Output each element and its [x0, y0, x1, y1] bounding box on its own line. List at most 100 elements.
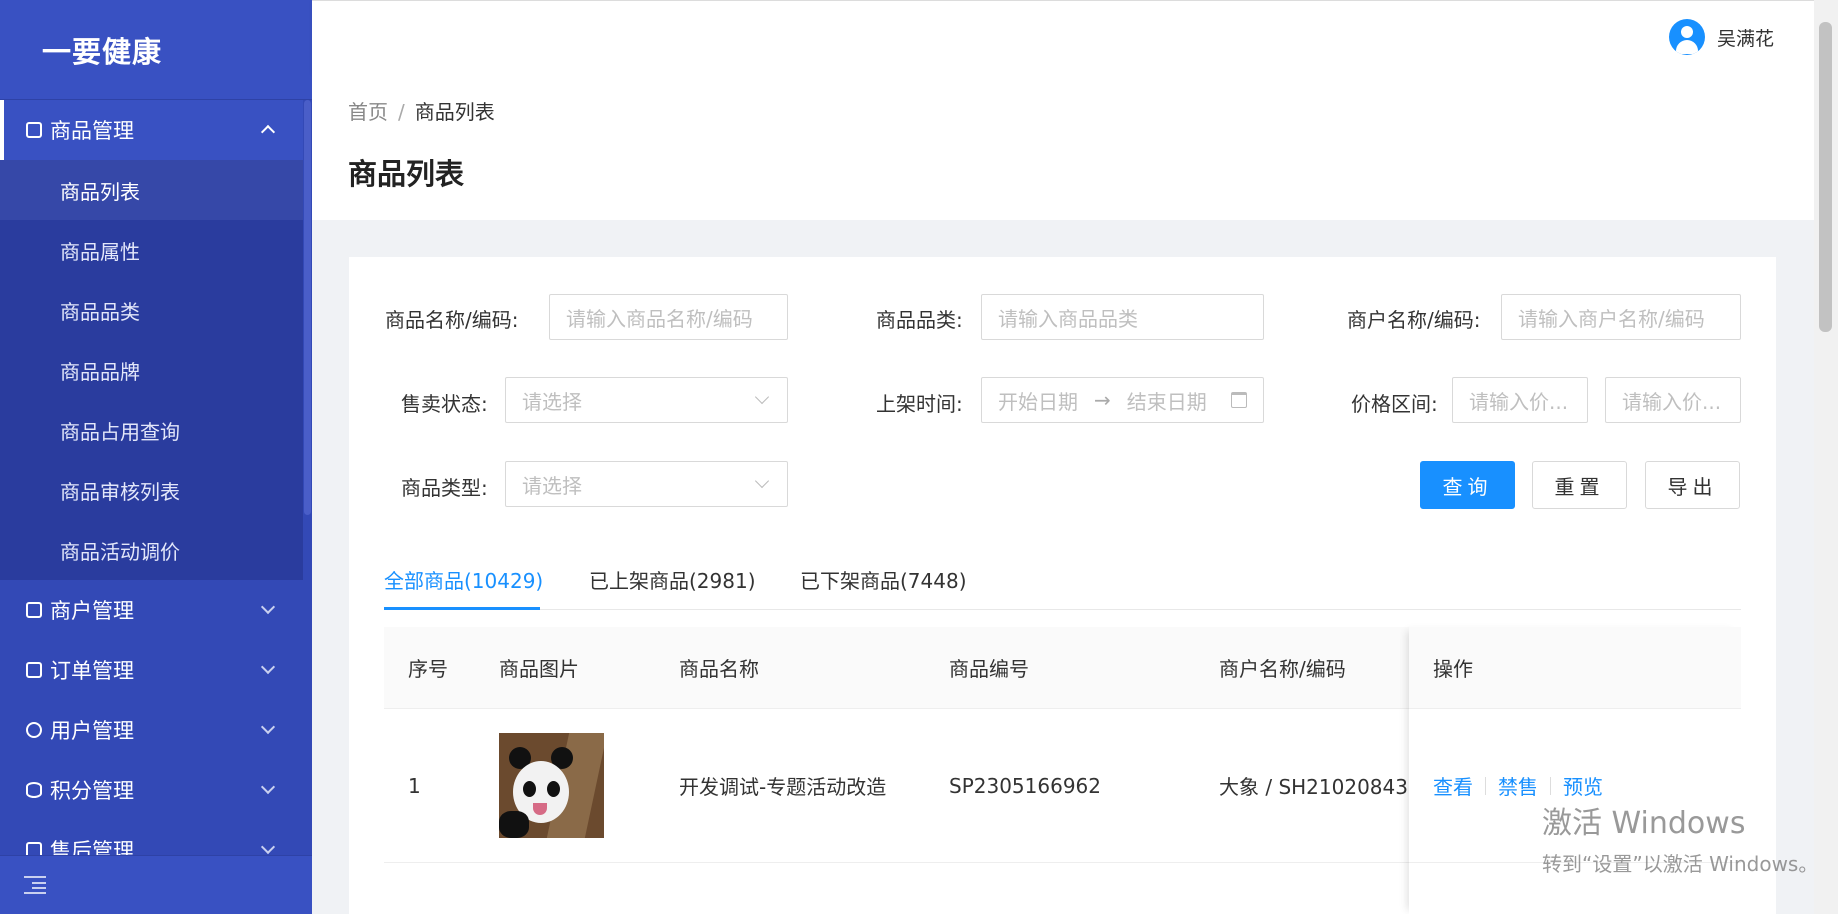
collapse-menu-icon[interactable] [24, 876, 46, 894]
reset-button[interactable]: 重置 [1532, 461, 1627, 509]
category-input[interactable]: 请输入商品品类 [981, 294, 1264, 340]
sidebar-item-product-occupancy[interactable]: 商品占用查询 [0, 400, 303, 460]
chevron-down-icon [260, 779, 276, 795]
product-thumbnail[interactable] [499, 733, 604, 838]
service-icon [26, 842, 42, 855]
menu-group-user[interactable]: 用户管理 [0, 700, 303, 760]
order-icon [26, 662, 42, 678]
windows-activation-watermark: 激活 Windows 转到“设置”以激活 Windows。 [1542, 798, 1818, 877]
chevron-down-icon [260, 719, 276, 735]
placeholder-text: 请输入商品品类 [998, 306, 1138, 331]
col-image: 商品图片 [499, 657, 579, 681]
bag-icon [26, 122, 42, 138]
menu-group-points[interactable]: 积分管理 [0, 760, 303, 820]
product-type-label: 商品类型: [401, 476, 488, 500]
sale-status-label: 售卖状态: [401, 392, 488, 416]
placeholder-text: 请选择 [522, 389, 582, 414]
breadcrumb: 首页 / 商品列表 [348, 96, 1814, 125]
placeholder-text: 请输入价... [1469, 389, 1569, 414]
ban-sale-link[interactable]: 禁售 [1498, 771, 1538, 800]
sidebar-item-product-attributes[interactable]: 商品属性 [0, 220, 303, 280]
sidebar-item-product-categories[interactable]: 商品品类 [0, 280, 303, 340]
calendar-icon [1231, 392, 1247, 408]
row-code: SP2305166962 [949, 773, 1102, 798]
chevron-down-icon [260, 599, 276, 615]
product-type-select[interactable]: 请选择 [505, 461, 788, 507]
start-date-placeholder: 开始日期 [998, 389, 1078, 414]
sidebar: 一要健康 商品管理 商品列表 商品属性 商品品类 商品品牌 商品占用查询 商品审… [0, 0, 312, 914]
username: 吴满花 [1716, 27, 1774, 50]
placeholder-text: 请输入商户名称/编码 [1518, 306, 1705, 331]
chevron-down-icon [260, 839, 276, 855]
export-button[interactable]: 导出 [1645, 461, 1740, 509]
category-label: 商品品类: [876, 308, 963, 332]
listing-date-range[interactable]: 开始日期 → 结束日期 [981, 377, 1264, 423]
menu-group-aftersale[interactable]: 售后管理 [0, 820, 303, 855]
merchant-label: 商户名称/编码: [1347, 308, 1481, 332]
price-max-input[interactable]: 请输入价... [1605, 377, 1741, 423]
query-button[interactable]: 查询 [1420, 461, 1515, 509]
col-actions: 操作 [1409, 627, 1741, 709]
menu-group-order[interactable]: 订单管理 [0, 640, 303, 700]
product-name-label: 商品名称/编码: [385, 308, 519, 332]
breadcrumb-separator: / [398, 100, 405, 124]
sidebar-scrollbar[interactable] [303, 100, 312, 855]
row-name: 开发调试-专题活动改造 [679, 775, 887, 799]
chevron-down-icon [754, 389, 770, 405]
menu-group-label: 商品管理 [50, 119, 134, 143]
page-scrollbar[interactable] [1814, 0, 1838, 914]
user-menu[interactable]: 吴满花 [1668, 19, 1774, 55]
breadcrumb-home[interactable]: 首页 [348, 100, 388, 124]
price-range-label: 价格区间: [1351, 392, 1438, 416]
sidebar-item-product-brands[interactable]: 商品品牌 [0, 340, 303, 400]
preview-link[interactable]: 预览 [1563, 771, 1603, 800]
sidebar-item-product-review[interactable]: 商品审核列表 [0, 460, 303, 520]
view-link[interactable]: 查看 [1433, 771, 1473, 800]
active-tab-indicator [384, 607, 540, 610]
listing-time-label: 上架时间: [876, 392, 963, 416]
database-icon [26, 782, 42, 798]
divider [1485, 776, 1486, 795]
menu-group-merchant[interactable]: 商户管理 [0, 580, 303, 640]
menu-group-label: 订单管理 [50, 659, 134, 683]
placeholder-text: 请输入价... [1622, 389, 1722, 414]
row-image-cell [499, 709, 604, 862]
placeholder-text: 请选择 [522, 473, 582, 498]
tab-all-products[interactable]: 全部商品(10429) [384, 565, 543, 594]
sidebar-item-product-list[interactable]: 商品列表 [0, 160, 303, 220]
price-min-input[interactable]: 请输入价... [1452, 377, 1588, 423]
breadcrumb-current: 商品列表 [414, 100, 495, 124]
scrollbar-thumb[interactable] [1819, 22, 1832, 332]
top-header: 吴满花 [312, 0, 1814, 74]
page-title: 商品列表 [348, 157, 465, 191]
placeholder-text: 请输入商品名称/编码 [566, 306, 753, 331]
sale-status-select[interactable]: 请选择 [505, 377, 788, 423]
col-index: 序号 [408, 657, 448, 681]
page-header: 首页 / 商品列表 商品列表 [312, 74, 1814, 220]
menu-group-label: 商户管理 [50, 599, 134, 623]
divider [1550, 776, 1551, 795]
chevron-up-icon [260, 124, 276, 140]
row-index: 1 [408, 773, 421, 798]
watermark-subtitle: 转到“设置”以激活 Windows。 [1542, 852, 1819, 876]
sidebar-footer [0, 855, 312, 914]
product-name-input[interactable]: 请输入商品名称/编码 [549, 294, 788, 340]
shop-icon [26, 602, 42, 618]
product-table: 序号 商品图片 商品名称 商品编号 商户名称/编码 1 开发调试-专题活动改造 … [384, 627, 1741, 914]
tab-delisted-products[interactable]: 已下架商品(7448) [800, 565, 967, 594]
menu-group-label: 积分管理 [50, 779, 134, 803]
end-date-placeholder: 结束日期 [1126, 389, 1207, 414]
scrollbar-thumb[interactable] [304, 100, 311, 515]
submenu-product: 商品列表 商品属性 商品品类 商品品牌 商品占用查询 商品审核列表 商品活动调价 [0, 160, 303, 580]
sidebar-item-product-price-adjust[interactable]: 商品活动调价 [0, 520, 303, 580]
col-name: 商品名称 [679, 657, 759, 681]
tab-listed-products[interactable]: 已上架商品(2981) [589, 565, 756, 594]
range-arrow: → [1094, 388, 1111, 412]
chevron-down-icon [260, 659, 276, 675]
app-logo: 一要健康 [0, 0, 312, 100]
row-merchant: 大象 / SH210208436 [1219, 775, 1409, 799]
merchant-input[interactable]: 请输入商户名称/编码 [1501, 294, 1741, 340]
menu-group-label: 用户管理 [50, 719, 134, 743]
menu-group-product[interactable]: 商品管理 [0, 100, 303, 160]
chevron-down-icon [754, 473, 770, 489]
